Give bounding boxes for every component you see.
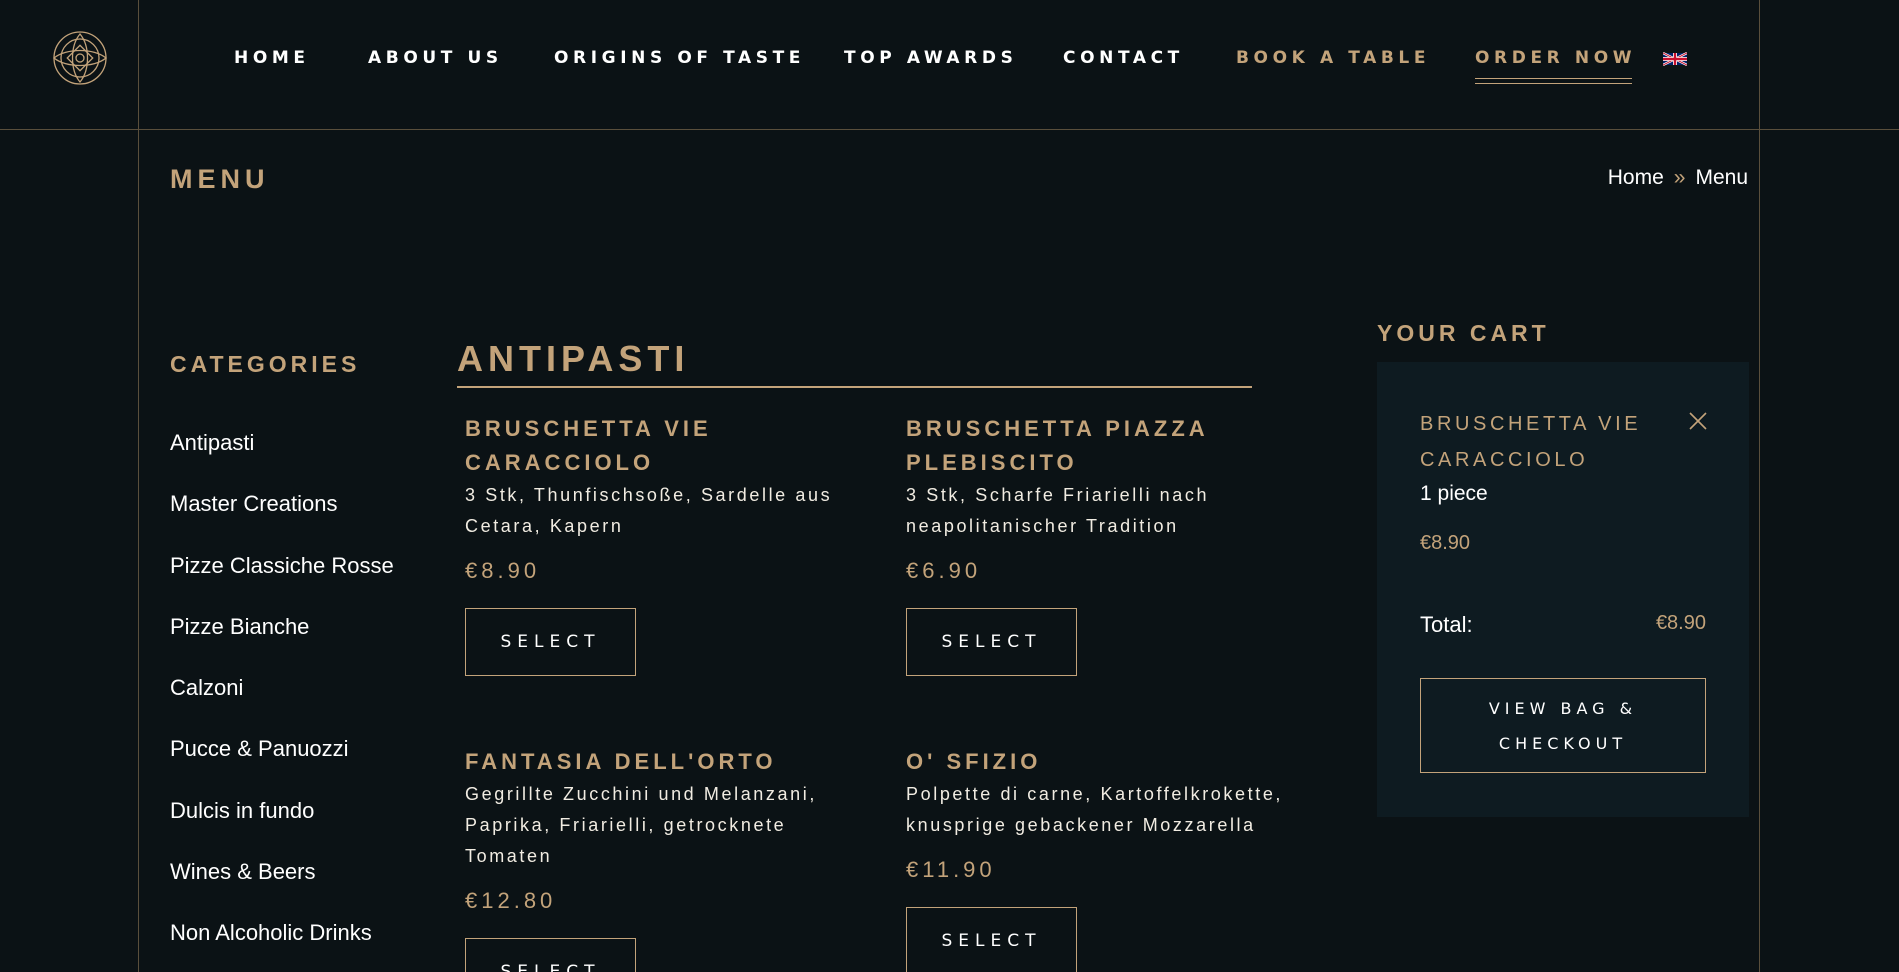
cart-item-quantity: 1 piece	[1420, 482, 1488, 505]
header-divider	[0, 129, 1899, 130]
frame-line-left	[138, 0, 139, 972]
product-price: €6.90	[906, 558, 982, 583]
restaurant-logo-icon[interactable]	[48, 28, 112, 88]
select-button[interactable]: SELECT	[906, 608, 1077, 676]
product-name: O' SFIZIO	[906, 749, 1042, 774]
nav-order-now[interactable]: ORDER NOW	[1475, 48, 1636, 84]
category-antipasti[interactable]: Antipasti	[170, 430, 394, 491]
product-card: O' SFIZIO Polpette di carne, Kartoffelkr…	[906, 745, 1306, 972]
breadcrumb: Home » Menu	[1608, 166, 1748, 190]
category-non-alcoholic-drinks[interactable]: Non Alcoholic Drinks	[170, 920, 394, 972]
category-calzoni[interactable]: Calzoni	[170, 675, 394, 736]
page-title: MENU	[170, 164, 270, 194]
categories-heading: CATEGORIES	[170, 351, 361, 377]
product-price: €11.90	[906, 857, 996, 882]
category-wines-beers[interactable]: Wines & Beers	[170, 859, 394, 920]
product-description: Polpette di carne, Kartoffelkrokette, kn…	[906, 784, 1284, 835]
nav-origins-of-taste[interactable]: ORIGINS OF TASTE	[554, 48, 805, 68]
product-description: Gegrillte Zucchini und Melanzani, Paprik…	[465, 784, 817, 866]
select-button[interactable]: SELECT	[465, 938, 636, 972]
uk-flag-icon[interactable]	[1663, 52, 1687, 66]
select-button[interactable]: SELECT	[906, 907, 1077, 972]
breadcrumb-current: Menu	[1695, 166, 1748, 189]
product-name: FANTASIA DELL'ORTO	[465, 749, 777, 774]
category-master-creations[interactable]: Master Creations	[170, 491, 394, 552]
cart-total-value: €8.90	[1655, 612, 1706, 634]
nav-top-awards[interactable]: TOP AWARDS	[844, 48, 1017, 68]
nav-home[interactable]: HOME	[234, 48, 310, 68]
product-description: 3 Stk, Scharfe Friarielli nach neapolita…	[906, 485, 1210, 536]
product-price: €8.90	[465, 558, 541, 583]
nav-book-a-table[interactable]: BOOK A TABLE	[1236, 48, 1430, 68]
breadcrumb-home-link[interactable]: Home	[1608, 166, 1664, 189]
nav-about-us[interactable]: ABOUT US	[368, 48, 503, 68]
product-card: FANTASIA DELL'ORTO Gegrillte Zucchini un…	[465, 745, 865, 972]
category-pizze-bianche[interactable]: Pizze Bianche	[170, 614, 394, 675]
category-list: Antipasti Master Creations Pizze Classic…	[170, 430, 394, 972]
view-bag-checkout-button[interactable]: VIEW BAG & CHECKOUT	[1420, 678, 1706, 773]
cart-total-label: Total:	[1420, 612, 1473, 637]
product-card: BRUSCHETTA PIAZZA PLEBISCITO 3 Stk, Scha…	[906, 412, 1306, 676]
product-card: BRUSCHETTA VIE CARACCIOLO 3 Stk, Thunfis…	[465, 412, 865, 676]
product-name: BRUSCHETTA PIAZZA PLEBISCITO	[906, 416, 1208, 475]
category-pizze-classiche-rosse[interactable]: Pizze Classiche Rosse	[170, 553, 394, 614]
select-button[interactable]: SELECT	[465, 608, 636, 676]
section-title: ANTIPASTI	[457, 338, 1252, 388]
frame-line-right	[1759, 0, 1760, 972]
cart-item-price: €8.90	[1420, 532, 1471, 554]
nav-contact[interactable]: CONTACT	[1063, 48, 1184, 68]
cart-item-name: BRUSCHETTA VIE CARACCIOLO	[1420, 413, 1642, 471]
breadcrumb-separator: »	[1673, 166, 1686, 189]
product-price: €12.80	[465, 888, 557, 913]
close-icon[interactable]	[1689, 412, 1707, 430]
product-name: BRUSCHETTA VIE CARACCIOLO	[465, 416, 712, 475]
category-dulcis-in-fundo[interactable]: Dulcis in fundo	[170, 798, 394, 859]
cart-panel: BRUSCHETTA VIE CARACCIOLO 1 piece €8.90 …	[1377, 362, 1749, 817]
category-pucce-panuozzi[interactable]: Pucce & Panuozzi	[170, 736, 394, 797]
cart-heading: YOUR CART	[1377, 320, 1550, 346]
product-description: 3 Stk, Thunfischsoße, Sardelle aus Cetar…	[465, 485, 833, 536]
